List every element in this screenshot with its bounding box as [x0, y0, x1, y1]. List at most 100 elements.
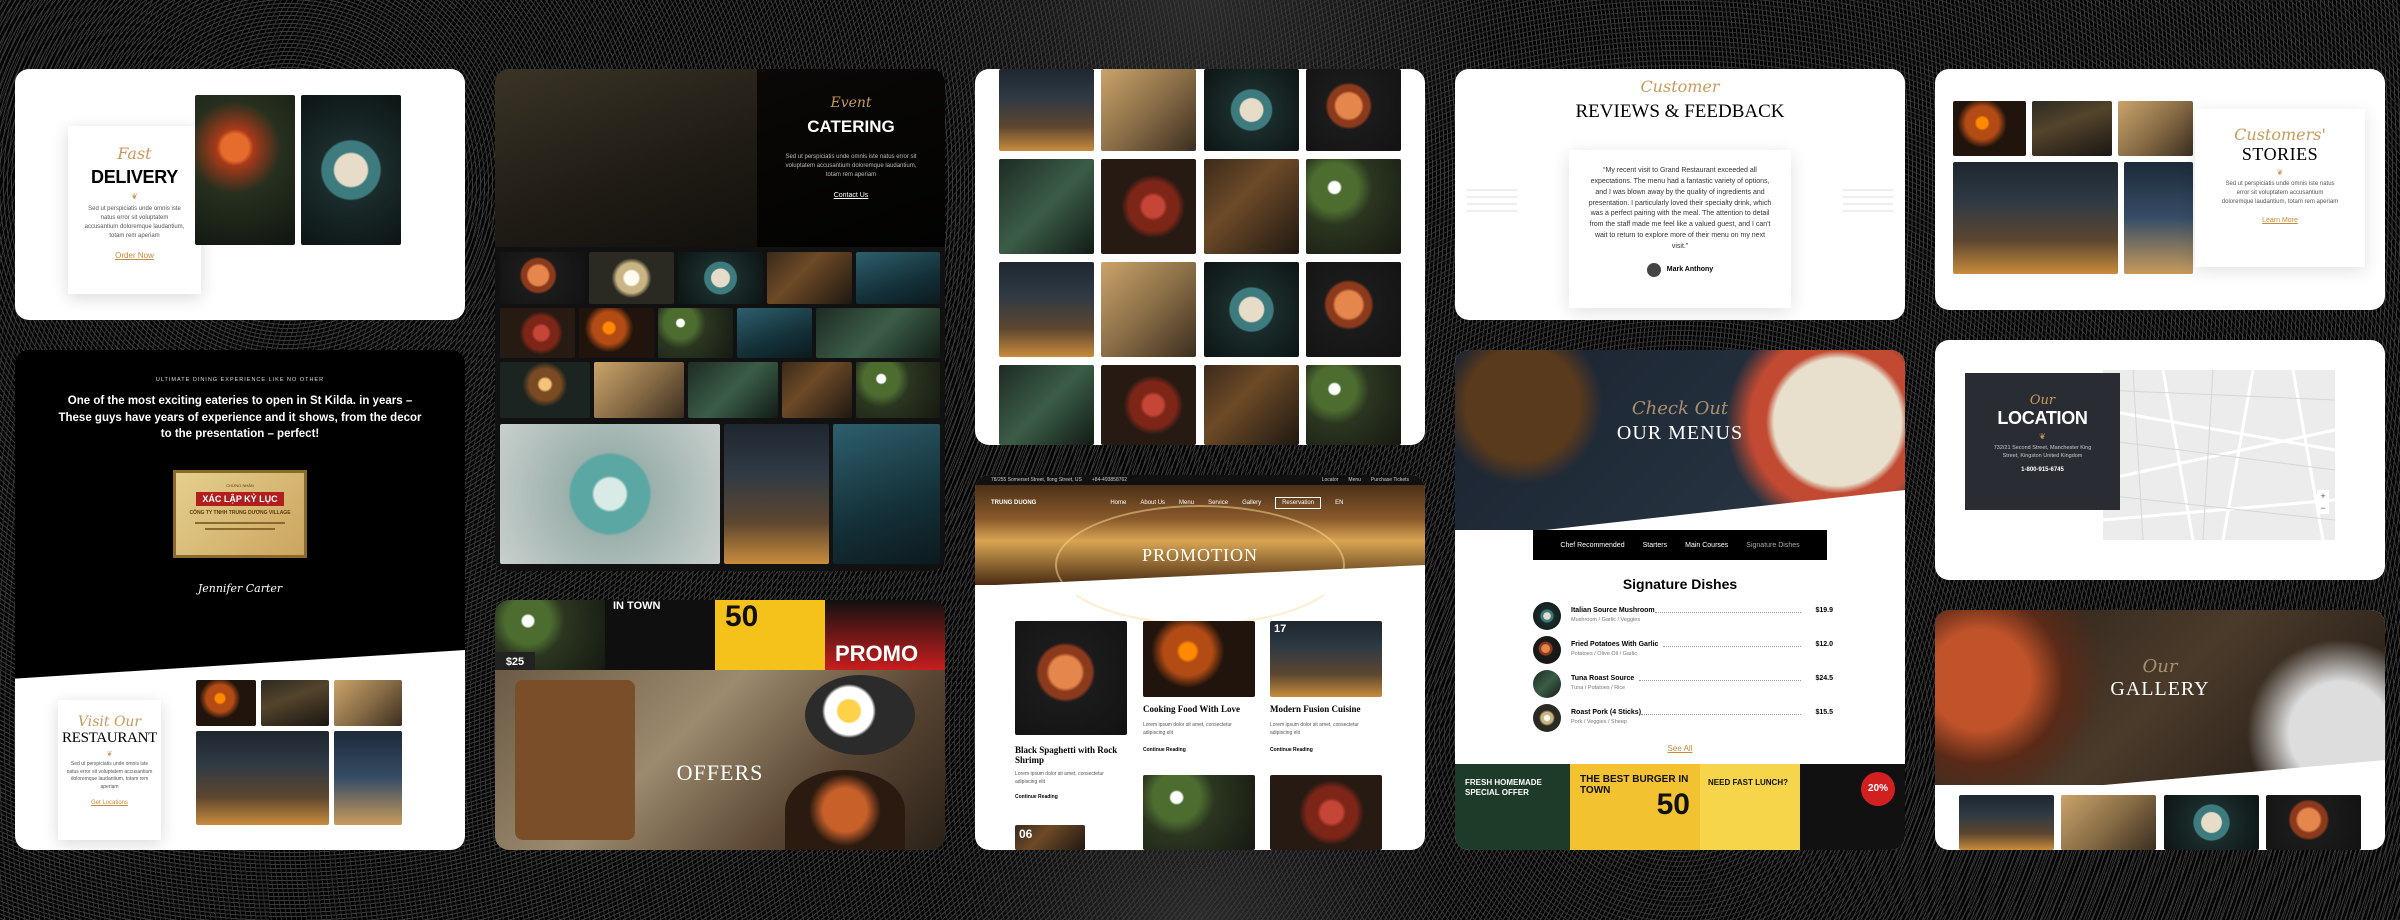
- continue-reading-link[interactable]: Continue Reading: [1270, 747, 1313, 753]
- topbar-link[interactable]: Menu: [1348, 477, 1361, 483]
- menu-heading: Signature Dishes: [1622, 576, 1738, 592]
- story-photo: [2118, 101, 2193, 156]
- nav-gallery[interactable]: Gallery: [1242, 500, 1261, 506]
- review-card: “My recent visit to Grand Restaurant exc…: [1569, 150, 1791, 308]
- topbar-link[interactable]: Locator: [1322, 477, 1339, 483]
- dish-image: [1533, 602, 1561, 630]
- post-image[interactable]: [1143, 621, 1255, 697]
- reservation-button[interactable]: Reservation: [1275, 497, 1322, 509]
- gallery-photo[interactable]: [2266, 795, 2361, 850]
- gallery-photo[interactable]: [2164, 795, 2259, 850]
- reviews-script: Customer: [1640, 77, 1720, 96]
- post-excerpt: Lorem ipsum dolor sit amet, consectetur …: [1015, 771, 1104, 785]
- story-photo: [1953, 162, 2118, 274]
- catering-photo: [594, 362, 684, 418]
- restaurant-body: Sed ut perspiciatis unde omnis iste natu…: [66, 761, 153, 790]
- post-image[interactable]: [1270, 621, 1382, 697]
- topbar-link[interactable]: Purchase Tickets: [1371, 477, 1409, 483]
- menu-tabs: Chef Recommended Starters Main Courses S…: [1533, 530, 1827, 560]
- main-nav: TRUNG DUONG Home About Us Menu Service G…: [975, 489, 1425, 517]
- grid-photo: [1101, 159, 1196, 254]
- post-image[interactable]: [1270, 775, 1382, 850]
- stories-script: Customers': [2234, 125, 2326, 144]
- promo-text: PROMO: [835, 641, 919, 666]
- nav-home[interactable]: Home: [1110, 500, 1126, 506]
- map[interactable]: + −: [2103, 370, 2335, 540]
- order-now-link[interactable]: Order Now: [115, 251, 154, 260]
- tab-signature-dishes[interactable]: Signature Dishes: [1746, 542, 1799, 549]
- see-all-link[interactable]: See All: [1668, 744, 1693, 753]
- post-title[interactable]: Black Spaghetti with Rock Shrimp: [1015, 745, 1127, 765]
- tab-starters[interactable]: Starters: [1643, 542, 1668, 549]
- promotion-title: PROMOTION: [1141, 545, 1258, 565]
- ornament-icon: ❦: [106, 751, 113, 758]
- tab-main-courses[interactable]: Main Courses: [1685, 542, 1728, 549]
- flowers-photo: [195, 95, 295, 245]
- menus-title: OUR MENUS: [1616, 422, 1744, 444]
- dish-desc: Potatoes / Olive Oil / Garlic: [1571, 651, 1638, 657]
- offers-card: $25 IN TOWN 50 PROMO OFFERS: [495, 600, 945, 850]
- cert-subtitle: CÔNG TY TNHH TRUNG DƯƠNG VILLAGE: [189, 510, 291, 516]
- stories-card: Customers' STORIES ❦ Sed ut perspiciatis…: [1935, 69, 2385, 310]
- post-date: 06: [1019, 827, 1033, 841]
- restaurant-panel: Visit Our RESTAURANT ❦ Sed ut perspiciat…: [58, 700, 161, 840]
- nav-about[interactable]: About Us: [1140, 500, 1165, 506]
- nav-service[interactable]: Service: [1208, 500, 1228, 506]
- grid-photo: [1101, 262, 1196, 357]
- delivery-script: Fast: [117, 144, 152, 163]
- post-title[interactable]: Cooking Food With Love: [1143, 704, 1255, 714]
- location-card: + − Our LOCATION ❦ 732/21 Second Street, …: [1935, 340, 2385, 580]
- post-image[interactable]: [1015, 621, 1127, 735]
- logo[interactable]: TRUNG DUONG: [991, 500, 1036, 506]
- gallery-card: Our GALLERY: [1935, 610, 2385, 850]
- continue-reading-link[interactable]: Continue Reading: [1015, 794, 1058, 800]
- get-locations-link[interactable]: Get Locations: [91, 800, 128, 806]
- gallery-photo[interactable]: [2061, 795, 2156, 850]
- catering-body: Sed ut perspiciatis unde omnis iste natu…: [785, 154, 917, 178]
- catering-photo: [856, 252, 940, 304]
- catering-photo: [500, 362, 590, 418]
- stories-title: STORIES: [2241, 144, 2319, 164]
- learn-more-link[interactable]: Learn More: [2262, 217, 2298, 224]
- grid-photo: [1204, 69, 1299, 151]
- offer-banner: IN TOWN: [605, 600, 715, 670]
- grid-photo: [1101, 365, 1196, 445]
- catering-photo: [816, 308, 940, 358]
- location-address: 732/21 Second Street, Manchester King St…: [1993, 445, 2092, 460]
- catering-photo: [589, 252, 674, 304]
- top-bar: 78/255 Somerset Street, Ilong Street, US…: [975, 475, 1425, 485]
- delivery-panel: Fast DELIVERY ❦ Sed ut perspiciatis unde…: [68, 126, 201, 294]
- restaurant-photo: [196, 680, 256, 726]
- grid-photo: [1204, 365, 1299, 445]
- stories-panel: Customers' STORIES ❦ Sed ut perspiciatis…: [2195, 109, 2365, 267]
- catering-photo: [737, 308, 812, 358]
- dish-desc: Tuna / Potatoes / Rice: [1571, 685, 1626, 691]
- language-select[interactable]: EN: [1335, 500, 1343, 506]
- grid-photo: [1306, 69, 1401, 151]
- grid-photo: [999, 365, 1094, 445]
- dish-name: Italian Source Mushroom: [1571, 607, 1655, 614]
- nav-menu[interactable]: Menu: [1179, 500, 1194, 506]
- catering-photo: [658, 308, 733, 358]
- contact-us-link[interactable]: Contact Us: [834, 192, 869, 199]
- offers-title: OFFERS: [676, 760, 764, 785]
- post-excerpt: Lorem ipsum dolor sit amet, consectetur …: [1270, 722, 1359, 736]
- tab-chef-recommended[interactable]: Chef Recommended: [1560, 542, 1624, 549]
- post-image[interactable]: [1143, 775, 1255, 850]
- grid-photo: [1101, 69, 1196, 151]
- location-phone[interactable]: 1-800-915-6745: [1965, 467, 2120, 473]
- zoom-controls[interactable]: + −: [2317, 490, 2329, 514]
- delivery-body: Sed ut perspiciatis unde omnis iste natu…: [84, 206, 185, 239]
- testimonial-kicker: ULTIMATE DINING EXPERIENCE LIKE NO OTHER: [155, 377, 325, 383]
- map-streets: [2103, 370, 2335, 540]
- review-quote: “My recent visit to Grand Restaurant exc…: [1588, 167, 1772, 250]
- continue-reading-link[interactable]: Continue Reading: [1143, 747, 1186, 753]
- in-town-text: IN TOWN: [613, 600, 661, 612]
- post-title[interactable]: Modern Fusion Cuisine: [1270, 704, 1382, 714]
- catering-photo: [688, 362, 778, 418]
- gallery-photo[interactable]: [1959, 795, 2054, 850]
- catering-photo: [767, 252, 852, 304]
- lunch-banner: NEED FAST LUNCH?: [1700, 764, 1800, 850]
- award-certificate: CHỨNG NHẬN XÁC LẬP KỶ LỤC CÔNG TY TNHH T…: [173, 470, 307, 558]
- grid-photo: [1306, 365, 1401, 445]
